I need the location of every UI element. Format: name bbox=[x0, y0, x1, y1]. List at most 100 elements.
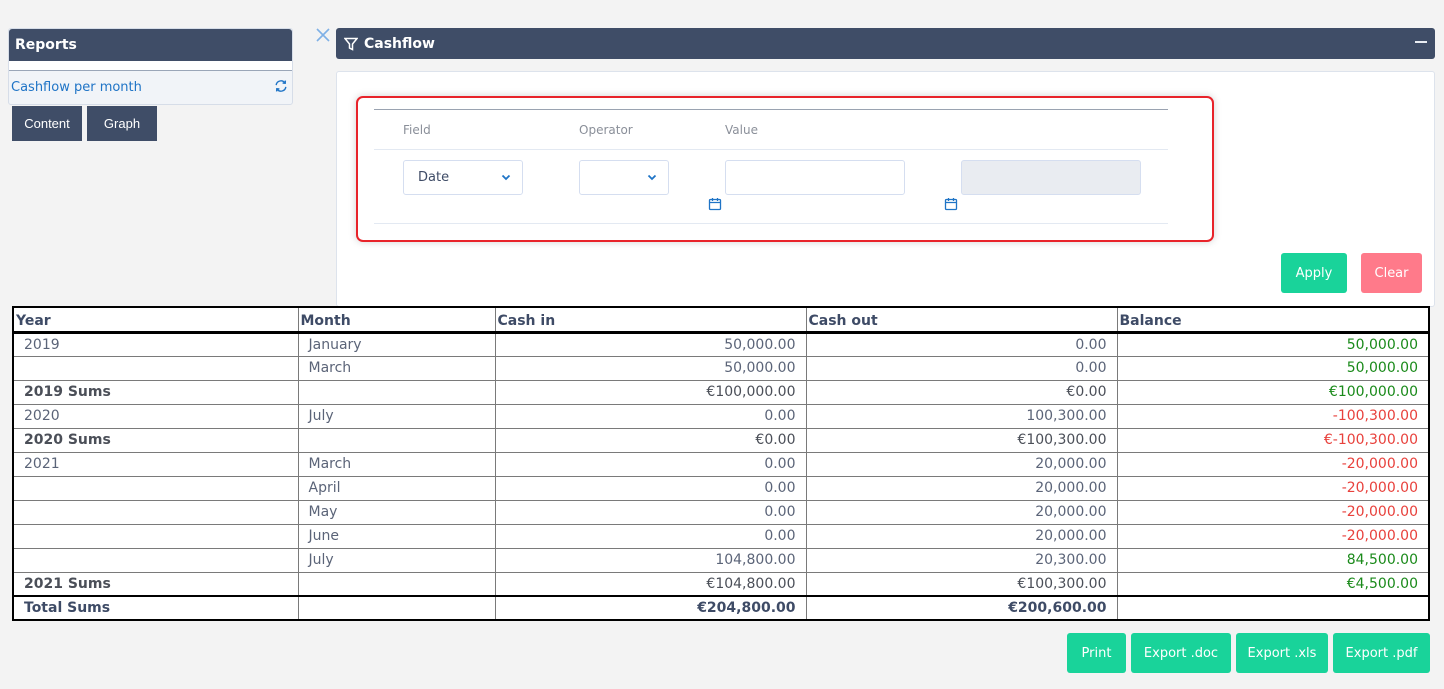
divider bbox=[374, 109, 1168, 110]
chevron-down-icon bbox=[647, 174, 657, 181]
cashflow-table: Year Month Cash in Cash out Balance 2019… bbox=[12, 306, 1430, 621]
table-row: 2019 January 50,000.00 0.00 50,000.00 bbox=[12, 331, 1430, 357]
table-sum-row: 2019 Sums €100,000.00 €0.00 €100,000.00 bbox=[12, 379, 1430, 405]
table-row: May 0.00 20,000.00 -20,000.00 bbox=[12, 499, 1430, 525]
table-row: April 0.00 20,000.00 -20,000.00 bbox=[12, 475, 1430, 501]
cell-month: July bbox=[297, 403, 496, 429]
cell-balance: €4,500.00 bbox=[1116, 571, 1430, 597]
cell-balance: 50,000.00 bbox=[1116, 355, 1430, 381]
table-header-row: Year Month Cash in Cash out Balance bbox=[12, 307, 1429, 334]
cell-cash-out: €100,300.00 bbox=[805, 427, 1118, 453]
column-header-balance: Balance bbox=[1116, 307, 1429, 334]
cashflow-panel-header: Cashflow bbox=[336, 28, 1435, 59]
cell-balance: -20,000.00 bbox=[1116, 475, 1430, 501]
cell-cash-in: €100,000.00 bbox=[494, 379, 807, 405]
cell-year bbox=[12, 355, 299, 381]
cell-month: May bbox=[297, 499, 496, 525]
cell-cash-out: €100,300.00 bbox=[805, 571, 1118, 597]
panel-title: Cashflow bbox=[364, 35, 435, 52]
filter-icon bbox=[343, 37, 359, 51]
cell-cash-in: 0.00 bbox=[494, 499, 807, 525]
table-row: July 104,800.00 20,300.00 84,500.00 bbox=[12, 547, 1430, 573]
apply-button[interactable]: Apply bbox=[1281, 253, 1347, 293]
report-item-cashflow-per-month[interactable]: Cashflow per month bbox=[9, 71, 292, 104]
print-button[interactable]: Print bbox=[1067, 633, 1126, 673]
column-header-cash-in: Cash in bbox=[494, 307, 806, 334]
cell-cash-out: 20,300.00 bbox=[805, 547, 1118, 573]
minimize-icon[interactable] bbox=[1415, 41, 1427, 43]
calendar-icon[interactable] bbox=[708, 197, 722, 211]
cell-cash-out: 100,300.00 bbox=[805, 403, 1118, 429]
table-sum-row: 2021 Sums €104,800.00 €100,300.00 €4,500.00 bbox=[12, 571, 1430, 597]
table-row: 2021 March 0.00 20,000.00 -20,000.00 bbox=[12, 451, 1430, 477]
reports-panel: Reports Cashflow per month bbox=[8, 28, 293, 105]
cell-year bbox=[12, 475, 299, 501]
operator-header: Operator bbox=[579, 123, 633, 137]
value-from-input[interactable] bbox=[725, 160, 905, 195]
cell-month: July bbox=[297, 547, 496, 573]
column-header-cash-out: Cash out bbox=[805, 307, 1117, 334]
cell-year: 2019 Sums bbox=[12, 379, 299, 405]
table-sum-row: 2020 Sums €0.00 €100,300.00 €-100,300.00 bbox=[12, 427, 1430, 453]
cell-cash-out: 0.00 bbox=[805, 355, 1118, 381]
cell-cash-in: 0.00 bbox=[494, 403, 807, 429]
export-xls-button[interactable]: Export .xls bbox=[1236, 633, 1328, 673]
value-to-input[interactable] bbox=[961, 160, 1141, 195]
cell-total-label: Total Sums bbox=[12, 595, 299, 621]
table-total-row: Total Sums €204,800.00 €200,600.00 bbox=[12, 595, 1430, 621]
cell-cash-in: €0.00 bbox=[494, 427, 807, 453]
value-header: Value bbox=[725, 123, 758, 137]
cell-year: 2021 bbox=[12, 451, 299, 477]
cell-balance: €100,000.00 bbox=[1116, 379, 1430, 405]
cell-cash-in: 0.00 bbox=[494, 523, 807, 549]
cell-month: June bbox=[297, 523, 496, 549]
cell-balance bbox=[1116, 595, 1430, 621]
cell-cash-out: €200,600.00 bbox=[805, 595, 1118, 621]
field-select-value: Date bbox=[418, 170, 450, 185]
cell-cash-in: €204,800.00 bbox=[494, 595, 807, 621]
refresh-icon[interactable] bbox=[272, 79, 290, 97]
table-row: March 50,000.00 0.00 50,000.00 bbox=[12, 355, 1430, 381]
cell-cash-out: 20,000.00 bbox=[805, 475, 1118, 501]
divider bbox=[374, 149, 1168, 150]
cell-month: March bbox=[297, 451, 496, 477]
table-row: 2020 July 0.00 100,300.00 -100,300.00 bbox=[12, 403, 1430, 429]
tab-content[interactable]: Content bbox=[12, 106, 82, 141]
cell-balance: -20,000.00 bbox=[1116, 499, 1430, 525]
chevron-down-icon bbox=[501, 174, 511, 181]
cell-cash-out: €0.00 bbox=[805, 379, 1118, 405]
column-header-month: Month bbox=[297, 307, 495, 334]
cell-cash-in: 50,000.00 bbox=[494, 355, 807, 381]
cell-cash-in: 0.00 bbox=[494, 451, 807, 477]
reports-divider bbox=[9, 61, 292, 71]
calendar-icon[interactable] bbox=[944, 197, 958, 211]
cell-cash-out: 20,000.00 bbox=[805, 451, 1118, 477]
close-icon[interactable] bbox=[316, 27, 330, 47]
cell-year bbox=[12, 547, 299, 573]
field-select[interactable]: Date bbox=[403, 160, 523, 195]
export-pdf-button[interactable]: Export .pdf bbox=[1333, 633, 1430, 673]
cell-cash-out: 0.00 bbox=[805, 331, 1118, 357]
cell-balance: €-100,300.00 bbox=[1116, 427, 1430, 453]
column-header-year: Year bbox=[12, 307, 298, 334]
clear-button[interactable]: Clear bbox=[1361, 253, 1422, 293]
operator-select[interactable] bbox=[579, 160, 669, 195]
cell-balance: -20,000.00 bbox=[1116, 451, 1430, 477]
cell-month bbox=[297, 595, 496, 621]
cell-balance: 84,500.00 bbox=[1116, 547, 1430, 573]
cell-year: 2020 bbox=[12, 403, 299, 429]
cell-balance: -100,300.00 bbox=[1116, 403, 1430, 429]
divider bbox=[374, 223, 1168, 224]
cell-year: 2019 bbox=[12, 331, 299, 357]
cell-month: April bbox=[297, 475, 496, 501]
cell-month bbox=[297, 427, 496, 453]
cell-cash-out: 20,000.00 bbox=[805, 499, 1118, 525]
filter-panel-body: Field Operator Value Date bbox=[336, 71, 1435, 307]
export-doc-button[interactable]: Export .doc bbox=[1131, 633, 1231, 673]
cell-balance: -20,000.00 bbox=[1116, 523, 1430, 549]
cell-cash-in: 0.00 bbox=[494, 475, 807, 501]
cell-balance: 50,000.00 bbox=[1116, 331, 1430, 357]
tab-graph[interactable]: Graph bbox=[87, 106, 157, 141]
cell-cash-out: 20,000.00 bbox=[805, 523, 1118, 549]
table-body: 2019 January 50,000.00 0.00 50,000.00 March 50… bbox=[12, 331, 1430, 621]
